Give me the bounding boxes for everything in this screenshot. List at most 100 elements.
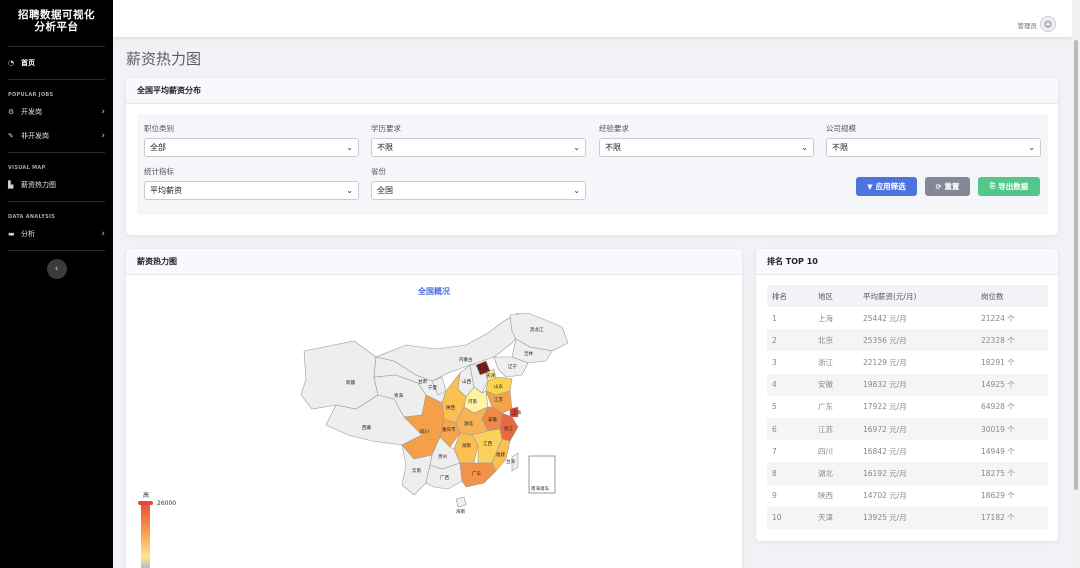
brand[interactable]: 招聘数据可视化 分析平台: [0, 0, 113, 42]
jobs-cell: 18629 个: [981, 491, 1015, 501]
factory-icon: ▙: [8, 181, 14, 189]
experience-label: 经验要求: [599, 124, 629, 133]
label-shaanxi: 陕西: [446, 404, 455, 411]
export-file-icon: ⎘: [989, 182, 996, 190]
label-shanghai: 上海: [512, 409, 521, 416]
table-row[interactable]: 10 天津 13925 元/月 17182 个: [767, 506, 1048, 529]
chevron-down-icon: ⌄: [573, 186, 580, 195]
folder-icon: ▬: [8, 230, 15, 238]
education-select[interactable]: 不限 ⌄: [371, 138, 586, 157]
table-row[interactable]: 5 广东 17922 元/月 64928 个: [767, 396, 1048, 418]
table-row[interactable]: 6 江苏 16972 元/月 30019 个: [767, 417, 1048, 441]
chevron-down-icon: ⌄: [1028, 143, 1035, 152]
region-cell: 四川: [818, 446, 833, 456]
label-hubei: 湖北: [464, 420, 473, 427]
sidebar-toggle-button[interactable]: ‹: [46, 259, 67, 279]
salary-cell: 17922 元/月: [863, 402, 907, 412]
table-row[interactable]: 3 浙江 22129 元/月 18291 个: [767, 351, 1048, 373]
page-scrollbar[interactable]: [1072, 0, 1080, 568]
legend-max-label: 26000: [157, 500, 176, 507]
apply-filter-button[interactable]: ▼ 应用筛选: [856, 177, 917, 196]
chevron-down-icon: ⌄: [346, 186, 353, 195]
sidebar-divider: [8, 46, 105, 47]
chevron-down-icon: ⌄: [346, 143, 353, 152]
region-cell: 安徽: [813, 373, 858, 396]
company-size-select[interactable]: 不限 ⌄: [826, 138, 1041, 157]
sidebar-divider: [8, 79, 105, 80]
sidebar-item-analysis[interactable]: ▬ 分析 ›: [0, 222, 113, 246]
region-cell: 广东: [818, 402, 833, 412]
rank-column-header: 排名: [767, 285, 813, 307]
label-jilin: 吉林: [524, 350, 533, 357]
job-category-value: 全部: [150, 143, 166, 152]
province-label: 省份: [371, 167, 386, 176]
chevron-right-icon: ›: [101, 229, 105, 239]
sidebar-item-dev-jobs[interactable]: ⚙ 开发岗 ›: [0, 100, 113, 124]
province-hainan[interactable]: [455, 496, 467, 508]
rank-cell: 10: [767, 506, 813, 529]
table-row[interactable]: 9 陕西 14702 元/月 18629 个: [767, 485, 1048, 507]
scrollbar-thumb[interactable]: [1074, 40, 1078, 490]
job-category-filter: 职位类别 全部 ⌄: [144, 123, 359, 157]
export-button[interactable]: ⎘ 导出数据: [978, 177, 1040, 196]
province-filter: 省份 全国 ⌄: [371, 166, 586, 200]
experience-select[interactable]: 不限 ⌄: [599, 138, 814, 157]
salary-cell: 16192 元/月: [858, 462, 976, 485]
company-size-label: 公司规模: [826, 124, 856, 133]
label-ningxia: 宁夏: [428, 384, 437, 391]
chevron-right-icon: ›: [101, 107, 105, 117]
metric-filter: 统计指标 平均薪资 ⌄: [144, 166, 359, 200]
job-category-label: 职位类别: [144, 124, 174, 133]
job-category-select[interactable]: 全部 ⌄: [144, 138, 359, 157]
legend-handle[interactable]: [138, 501, 153, 505]
rank-cell: 8: [767, 462, 813, 485]
user-avatar-icon: ☺: [1043, 19, 1053, 29]
user-name[interactable]: 管理员: [1018, 20, 1038, 30]
jobs-cell: 30019 个: [976, 417, 1048, 441]
education-label: 学历要求: [371, 124, 401, 133]
dashboard-icon: ◔: [8, 59, 15, 67]
sidebar-item-salary-heatmap[interactable]: ▙ 薪资热力图: [0, 173, 113, 197]
rank-card: 排名 TOP 10 排名 地区 平均薪资(元/月) 岗位数 1 上海 25442 元…: [756, 249, 1058, 541]
jobs-column-header: 岗位数: [976, 285, 1048, 307]
label-shanxi: 山西: [462, 378, 471, 385]
region-column-header: 地区: [813, 285, 858, 307]
table-row[interactable]: 7 四川 16842 元/月 14949 个: [767, 440, 1048, 462]
salary-cell: 16842 元/月: [863, 446, 907, 456]
label-guangdong: 广东: [472, 470, 481, 477]
avatar[interactable]: ☺: [1040, 16, 1056, 32]
metric-value: 平均薪资: [150, 186, 182, 195]
china-salary-map[interactable]: 高 26000 南海诸岛 新疆 西藏 青海 甘肃 内蒙古 黑龙江 吉林 辽宁 宁…: [126, 275, 742, 568]
sidebar-divider: [8, 201, 105, 202]
visual-map-legend[interactable]: [141, 501, 150, 568]
table-row[interactable]: 8 湖北 16192 元/月 18275 个: [767, 462, 1048, 485]
metric-select[interactable]: 平均薪资 ⌄: [144, 181, 359, 200]
province-select[interactable]: 全国 ⌄: [371, 181, 586, 200]
rank-cell: 9: [772, 491, 777, 501]
filter-panel: 职位类别 全部 ⌄ 学历要求 不限 ⌄ 经验要求 不限 ⌄ 公司规模 不限 ⌄: [137, 114, 1048, 215]
page-title: 薪资热力图: [126, 50, 202, 68]
table-row[interactable]: 1 上海 25442 元/月 21224 个: [767, 307, 1048, 329]
label-yunnan: 云南: [412, 467, 421, 474]
map-card: 薪资热力图 全国概况 高 26000 南海诸岛 新疆 西藏 青海 甘肃 内蒙古 …: [126, 249, 742, 568]
map-card-title: 薪资热力图: [126, 249, 742, 275]
region-cell: 江苏: [813, 417, 858, 441]
rank-cell: 7: [772, 446, 777, 456]
label-hunan: 湖南: [462, 442, 471, 449]
table-row[interactable]: 2 北京 25356 元/月 22328 个: [767, 329, 1048, 352]
region-cell: 上海: [818, 313, 833, 323]
label-hainan: 海南: [456, 508, 465, 515]
label-xinjiang: 新疆: [346, 379, 355, 386]
topbar: 管理员 ☺: [113, 0, 1072, 37]
table-row[interactable]: 4 安徽 19832 元/月 14925 个: [767, 373, 1048, 396]
sidebar-item-home[interactable]: ◔ 首页: [0, 51, 113, 75]
sidebar-item-non-dev-jobs[interactable]: ✎ 非开发岗 ›: [0, 124, 113, 148]
sidebar: 招聘数据可视化 分析平台 ◔ 首页 POPULAR JOBS ⚙ 开发岗 › ✎…: [0, 0, 113, 568]
jobs-cell: 17182 个: [976, 506, 1048, 529]
chevron-right-icon: ›: [101, 131, 105, 141]
province-value: 全国: [377, 186, 393, 195]
province-xinjiang[interactable]: [300, 340, 379, 410]
jobs-cell: 21224 个: [981, 313, 1015, 323]
reset-button[interactable]: ⟳ 重置: [925, 177, 970, 196]
salary-column-header: 平均薪资(元/月): [858, 285, 976, 307]
